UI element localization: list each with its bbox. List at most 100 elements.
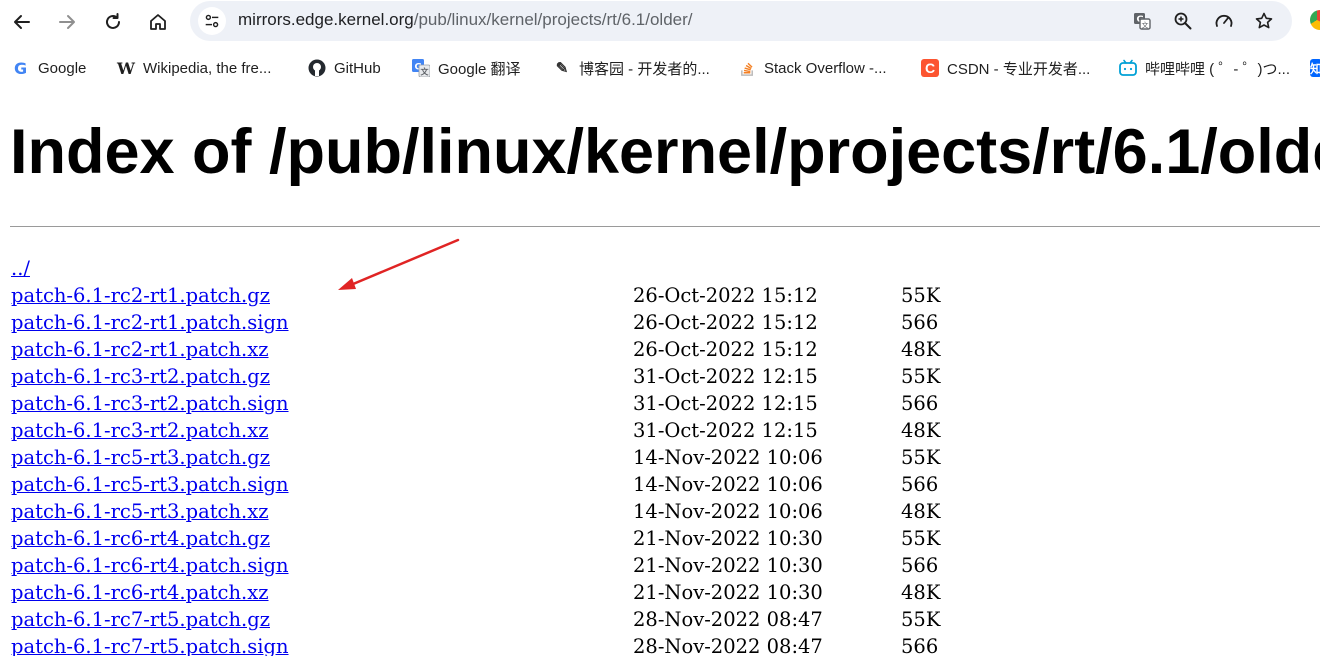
file-size: 566	[901, 473, 939, 496]
bookmark-label: GitHub	[334, 59, 381, 77]
file-link[interactable]: patch-6.1-rc3-rt2.patch.gz	[11, 363, 270, 390]
zhihu-icon: 知	[1310, 59, 1320, 77]
file-link[interactable]: patch-6.1-rc5-rt3.patch.sign	[11, 471, 289, 498]
bookmark-bilibili[interactable]: 哔哩哔哩 ( ゜- ゜)つ...	[1119, 56, 1290, 80]
file-date: 26-Oct-2022 15:12	[633, 338, 818, 361]
reload-icon	[106, 13, 120, 29]
svg-text:G: G	[13, 60, 26, 77]
file-date: 31-Oct-2022 12:15	[633, 392, 818, 415]
translate-icon: G 文	[1134, 13, 1151, 30]
profile-icon[interactable]	[1310, 10, 1320, 30]
file-date: 14-Nov-2022 10:06	[633, 446, 823, 469]
file-date: 28-Nov-2022 08:47	[633, 635, 823, 656]
file-link[interactable]: patch-6.1-rc2-rt1.patch.gz	[11, 282, 270, 309]
star-icon	[1255, 12, 1273, 29]
zoom-icon	[1174, 12, 1192, 30]
file-date: 21-Nov-2022 10:30	[633, 554, 823, 577]
file-size: 55K	[901, 608, 941, 631]
file-link[interactable]: patch-6.1-rc2-rt1.patch.xz	[11, 336, 269, 363]
back-button[interactable]	[6, 6, 38, 38]
url-text[interactable]: mirrors.edge.kernel.org/pub/linux/kernel…	[238, 10, 693, 30]
file-date: 21-Nov-2022 10:30	[633, 581, 823, 604]
file-date: 31-Oct-2022 12:15	[633, 419, 818, 442]
forward-arrow-icon	[59, 15, 75, 29]
file-date: 26-Oct-2022 15:12	[633, 284, 818, 307]
file-size: 48K	[901, 338, 941, 361]
address-bar[interactable]: mirrors.edge.kernel.org/pub/linux/kernel…	[190, 1, 1292, 41]
bookmark-label: Google	[38, 59, 87, 77]
file-link[interactable]: patch-6.1-rc3-rt2.patch.sign	[11, 390, 289, 417]
cnblogs-icon: ✎	[555, 60, 569, 77]
file-size: 55K	[901, 365, 941, 388]
file-date: 26-Oct-2022 15:12	[633, 311, 818, 334]
bookmark-zhihu[interactable]: 知	[1310, 56, 1320, 80]
file-size: 48K	[901, 500, 941, 523]
file-date: 28-Nov-2022 08:47	[633, 608, 823, 631]
file-size: 48K	[901, 581, 941, 604]
parent-directory-link[interactable]: ../	[11, 255, 30, 282]
forward-button[interactable]	[51, 6, 83, 38]
file-date: 14-Nov-2022 10:06	[633, 500, 823, 523]
home-icon	[150, 14, 166, 30]
file-link[interactable]: patch-6.1-rc7-rt5.patch.sign	[11, 633, 289, 656]
file-date: 21-Nov-2022 10:30	[633, 527, 823, 550]
page-title: Index of /pub/linux/kernel/projects/rt/6…	[10, 117, 1320, 187]
translate-page-button[interactable]: G 文	[1130, 9, 1154, 33]
file-link[interactable]: patch-6.1-rc2-rt1.patch.sign	[11, 309, 289, 336]
svg-text:文: 文	[421, 67, 430, 77]
file-size: 566	[901, 392, 939, 415]
file-size: 55K	[901, 284, 941, 307]
google-translate-icon: G文	[412, 59, 430, 77]
url-host: mirrors.edge.kernel.org	[238, 10, 414, 29]
bookmark-google[interactable]: G Google	[12, 56, 86, 80]
reload-button[interactable]	[97, 6, 129, 38]
bookmark-label: Wikipedia, the fre...	[143, 59, 272, 77]
speedometer-icon	[1215, 14, 1233, 27]
page-content: Index of /pub/linux/kernel/projects/rt/6…	[0, 92, 1320, 656]
bookmark-github[interactable]: GitHub	[308, 56, 381, 80]
back-arrow-icon	[14, 15, 30, 29]
svg-text:文: 文	[1142, 21, 1149, 30]
wikipedia-icon: W	[117, 58, 135, 78]
zoom-button[interactable]	[1171, 9, 1195, 33]
bookmark-label: Google 翻译	[438, 60, 521, 78]
csdn-icon: C	[921, 59, 939, 77]
file-link[interactable]: patch-6.1-rc5-rt3.patch.xz	[11, 498, 269, 525]
file-date: 14-Nov-2022 10:06	[633, 473, 823, 496]
bookmark-label: CSDN - 专业开发者...	[947, 60, 1091, 78]
bookmark-cnblogs[interactable]: ✎ 博客园 - 开发者的...	[553, 56, 710, 80]
file-size: 566	[901, 635, 939, 656]
file-size: 566	[901, 554, 939, 577]
bookmark-google-translate[interactable]: G文 Google 翻译	[412, 56, 521, 80]
home-button[interactable]	[142, 6, 174, 38]
file-date: 31-Oct-2022 12:15	[633, 365, 818, 388]
file-link[interactable]: patch-6.1-rc6-rt4.patch.xz	[11, 579, 269, 606]
bilibili-icon	[1119, 59, 1137, 77]
file-link[interactable]: patch-6.1-rc6-rt4.patch.gz	[11, 525, 270, 552]
file-size: 55K	[901, 446, 941, 469]
bookmarks-bar: G Google W Wikipedia, the fre... GitHub G…	[0, 44, 1320, 92]
site-info-button[interactable]	[198, 7, 226, 35]
bookmark-label: 哔哩哔哩 ( ゜- ゜)つ...	[1145, 60, 1290, 78]
bookmark-stackoverflow[interactable]: Stack Overflow -...	[738, 56, 887, 80]
horizontal-rule	[10, 226, 1320, 227]
github-icon	[308, 59, 326, 77]
stackoverflow-icon	[738, 59, 756, 77]
file-size: 55K	[901, 527, 941, 550]
bookmark-wikipedia[interactable]: W Wikipedia, the fre...	[117, 56, 271, 80]
url-path: /pub/linux/kernel/projects/rt/6.1/older/	[413, 10, 693, 29]
file-link[interactable]: patch-6.1-rc6-rt4.patch.sign	[11, 552, 289, 579]
file-link[interactable]: patch-6.1-rc3-rt2.patch.xz	[11, 417, 269, 444]
tune-icon	[205, 14, 219, 28]
file-size: 566	[901, 311, 939, 334]
file-link[interactable]: patch-6.1-rc7-rt5.patch.gz	[11, 606, 270, 633]
bookmark-label: 博客园 - 开发者的...	[579, 60, 710, 78]
file-link[interactable]: patch-6.1-rc5-rt3.patch.gz	[11, 444, 270, 471]
browser-toolbar: mirrors.edge.kernel.org/pub/linux/kernel…	[0, 0, 1320, 44]
performance-button[interactable]	[1212, 9, 1236, 33]
bookmark-star-button[interactable]	[1252, 9, 1276, 33]
google-icon: G	[12, 59, 30, 77]
bookmark-csdn[interactable]: C CSDN - 专业开发者...	[921, 56, 1090, 80]
file-size: 48K	[901, 419, 941, 442]
bookmark-label: Stack Overflow -...	[764, 59, 887, 77]
